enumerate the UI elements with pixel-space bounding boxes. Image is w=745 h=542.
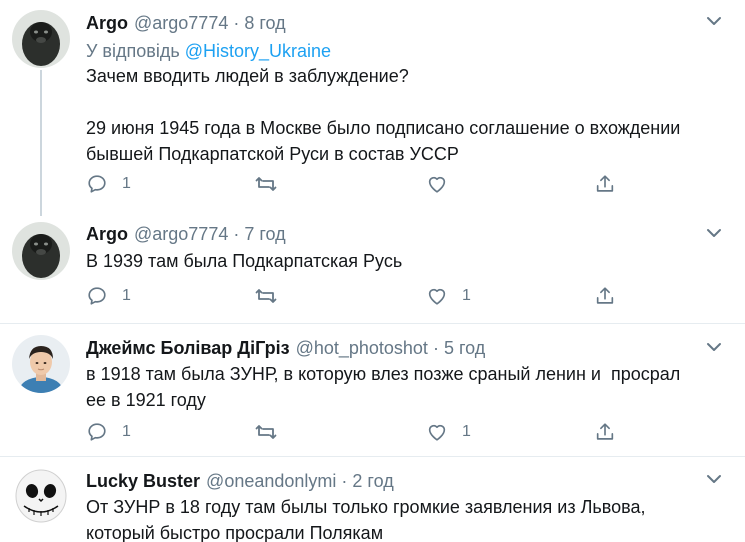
user-handle[interactable]: @argo7774: [134, 223, 228, 245]
share-icon: [594, 285, 616, 307]
reply-context: У відповідь @History_Ukraine: [86, 40, 331, 62]
heart-icon: [426, 285, 448, 307]
share-button[interactable]: [594, 284, 616, 308]
reply-count: 1: [122, 287, 131, 304]
reply-to-link[interactable]: @History_Ukraine: [185, 41, 331, 61]
tweet-4[interactable]: Lucky Buster @oneandonlymi · 2 год От ЗУ…: [0, 458, 745, 542]
retweet-button[interactable]: [254, 172, 292, 196]
like-count: 1: [462, 423, 471, 440]
retweet-icon: [254, 285, 278, 307]
tweet-header: Argo @argo7774 · 7 год: [86, 223, 286, 245]
like-button[interactable]: [426, 172, 462, 196]
like-button[interactable]: 1: [426, 284, 471, 308]
tweet-text: в 1918 там была ЗУНР, в которую влез поз…: [86, 364, 681, 410]
tweet-text: В 1939 там была Подкарпатская Русь: [86, 251, 403, 271]
tweet-3[interactable]: Джеймс Болівар ДіГріз @hot_photoshot · 5…: [0, 325, 745, 457]
user-handle[interactable]: @oneandonlymi: [206, 470, 336, 492]
action-bar: 1: [86, 172, 646, 196]
action-bar: 1 1: [86, 420, 646, 444]
tweet-header: Джеймс Болівар ДіГріз @hot_photoshot · 5…: [86, 337, 485, 359]
chevron-down-icon[interactable]: [705, 338, 723, 356]
reply-count: 1: [122, 175, 131, 192]
tweet-text: От ЗУНР в 18 году там былы только громки…: [86, 497, 646, 542]
avatar[interactable]: [12, 10, 70, 68]
tweet-1[interactable]: Argo @argo7774 · 8 год У відповідь @Hist…: [0, 0, 745, 216]
separator-dot: ·: [341, 471, 348, 491]
display-name[interactable]: Lucky Buster: [86, 470, 200, 492]
share-icon: [594, 173, 616, 195]
display-name[interactable]: Джеймс Болівар ДіГріз: [86, 337, 290, 359]
comment-icon: [86, 285, 108, 307]
heart-icon: [426, 173, 448, 195]
retweet-button[interactable]: [254, 420, 292, 444]
chevron-down-icon[interactable]: [705, 224, 723, 242]
display-name[interactable]: Argo: [86, 12, 128, 34]
reply-prefix: У відповідь: [86, 41, 180, 61]
reply-button[interactable]: 1: [86, 284, 131, 308]
retweet-icon: [254, 421, 278, 443]
comment-icon: [86, 173, 108, 195]
chevron-down-icon[interactable]: [705, 12, 723, 30]
chevron-down-icon[interactable]: [705, 470, 723, 488]
like-count: 1: [462, 287, 471, 304]
timestamp[interactable]: 5 год: [444, 337, 485, 359]
comment-icon: [86, 421, 108, 443]
avatar[interactable]: [12, 222, 70, 280]
separator-dot: ·: [233, 13, 240, 33]
reply-count: 1: [122, 423, 131, 440]
reply-button[interactable]: 1: [86, 172, 131, 196]
retweet-icon: [254, 173, 278, 195]
share-button[interactable]: [594, 172, 616, 196]
heart-icon: [426, 421, 448, 443]
timestamp[interactable]: 8 год: [244, 12, 285, 34]
timestamp[interactable]: 7 год: [244, 223, 285, 245]
user-handle[interactable]: @hot_photoshot: [296, 337, 428, 359]
timestamp[interactable]: 2 год: [352, 470, 393, 492]
display-name[interactable]: Argo: [86, 223, 128, 245]
tweet-2[interactable]: Argo @argo7774 · 7 год В 1939 там была П…: [0, 216, 745, 324]
separator-dot: ·: [233, 224, 240, 244]
like-button[interactable]: 1: [426, 420, 471, 444]
action-bar: 1 1: [86, 284, 646, 308]
avatar[interactable]: [12, 466, 70, 524]
user-handle[interactable]: @argo7774: [134, 12, 228, 34]
reply-button[interactable]: 1: [86, 420, 131, 444]
tweet-header: Argo @argo7774 · 8 год: [86, 12, 286, 34]
share-icon: [594, 421, 616, 443]
tweet-header: Lucky Buster @oneandonlymi · 2 год: [86, 470, 394, 492]
share-button[interactable]: [594, 420, 616, 444]
avatar[interactable]: [12, 335, 70, 393]
separator-dot: ·: [432, 338, 439, 358]
retweet-button[interactable]: [254, 284, 292, 308]
tweet-text: Зачем вводить людей в заблуждение? 29 ию…: [86, 66, 681, 164]
